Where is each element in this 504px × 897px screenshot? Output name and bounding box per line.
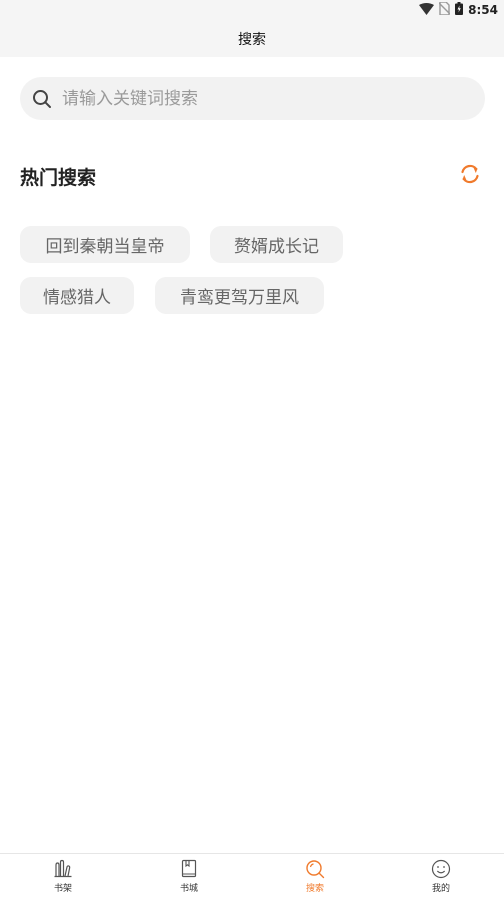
smiley-icon <box>431 859 451 879</box>
status-icons: 8:54 <box>419 1 498 18</box>
no-sim-icon <box>438 1 451 18</box>
hot-tag[interactable]: 青鸾更驾万里风 <box>155 277 324 314</box>
page-title: 搜索 <box>238 31 266 48</box>
hot-search-title: 热门搜索 <box>20 167 97 189</box>
tab-bookshelf[interactable]: 书架 <box>0 854 126 897</box>
tab-label: 书城 <box>179 884 198 894</box>
wifi-icon <box>419 2 435 18</box>
hot-tag[interactable]: 赘婿成长记 <box>210 226 343 263</box>
refresh-button[interactable] <box>457 163 483 189</box>
tab-label: 搜索 <box>305 884 324 894</box>
tab-label: 我的 <box>431 884 450 894</box>
refresh-icon <box>458 162 482 190</box>
tab-bookstore[interactable]: 书城 <box>126 854 252 897</box>
tab-profile[interactable]: 我的 <box>378 854 504 897</box>
title-bar: 搜索 <box>0 20 504 57</box>
hot-tag[interactable]: 情感猎人 <box>20 277 134 314</box>
search-icon <box>32 89 52 109</box>
tab-label: 书架 <box>53 884 72 894</box>
clock-text: 8:54 <box>468 3 498 17</box>
book-icon <box>179 859 199 879</box>
bottom-tab-bar: 书架 书城 搜索 我的 <box>0 853 504 897</box>
search-icon <box>305 859 325 879</box>
tab-search[interactable]: 搜索 <box>252 854 378 897</box>
hot-tag[interactable]: 回到秦朝当皇帝 <box>20 226 190 263</box>
search-box[interactable] <box>20 77 485 120</box>
search-input[interactable] <box>60 87 464 110</box>
status-bar: 8:54 <box>0 0 504 20</box>
bookshelf-icon <box>53 859 73 879</box>
battery-icon <box>455 2 464 18</box>
